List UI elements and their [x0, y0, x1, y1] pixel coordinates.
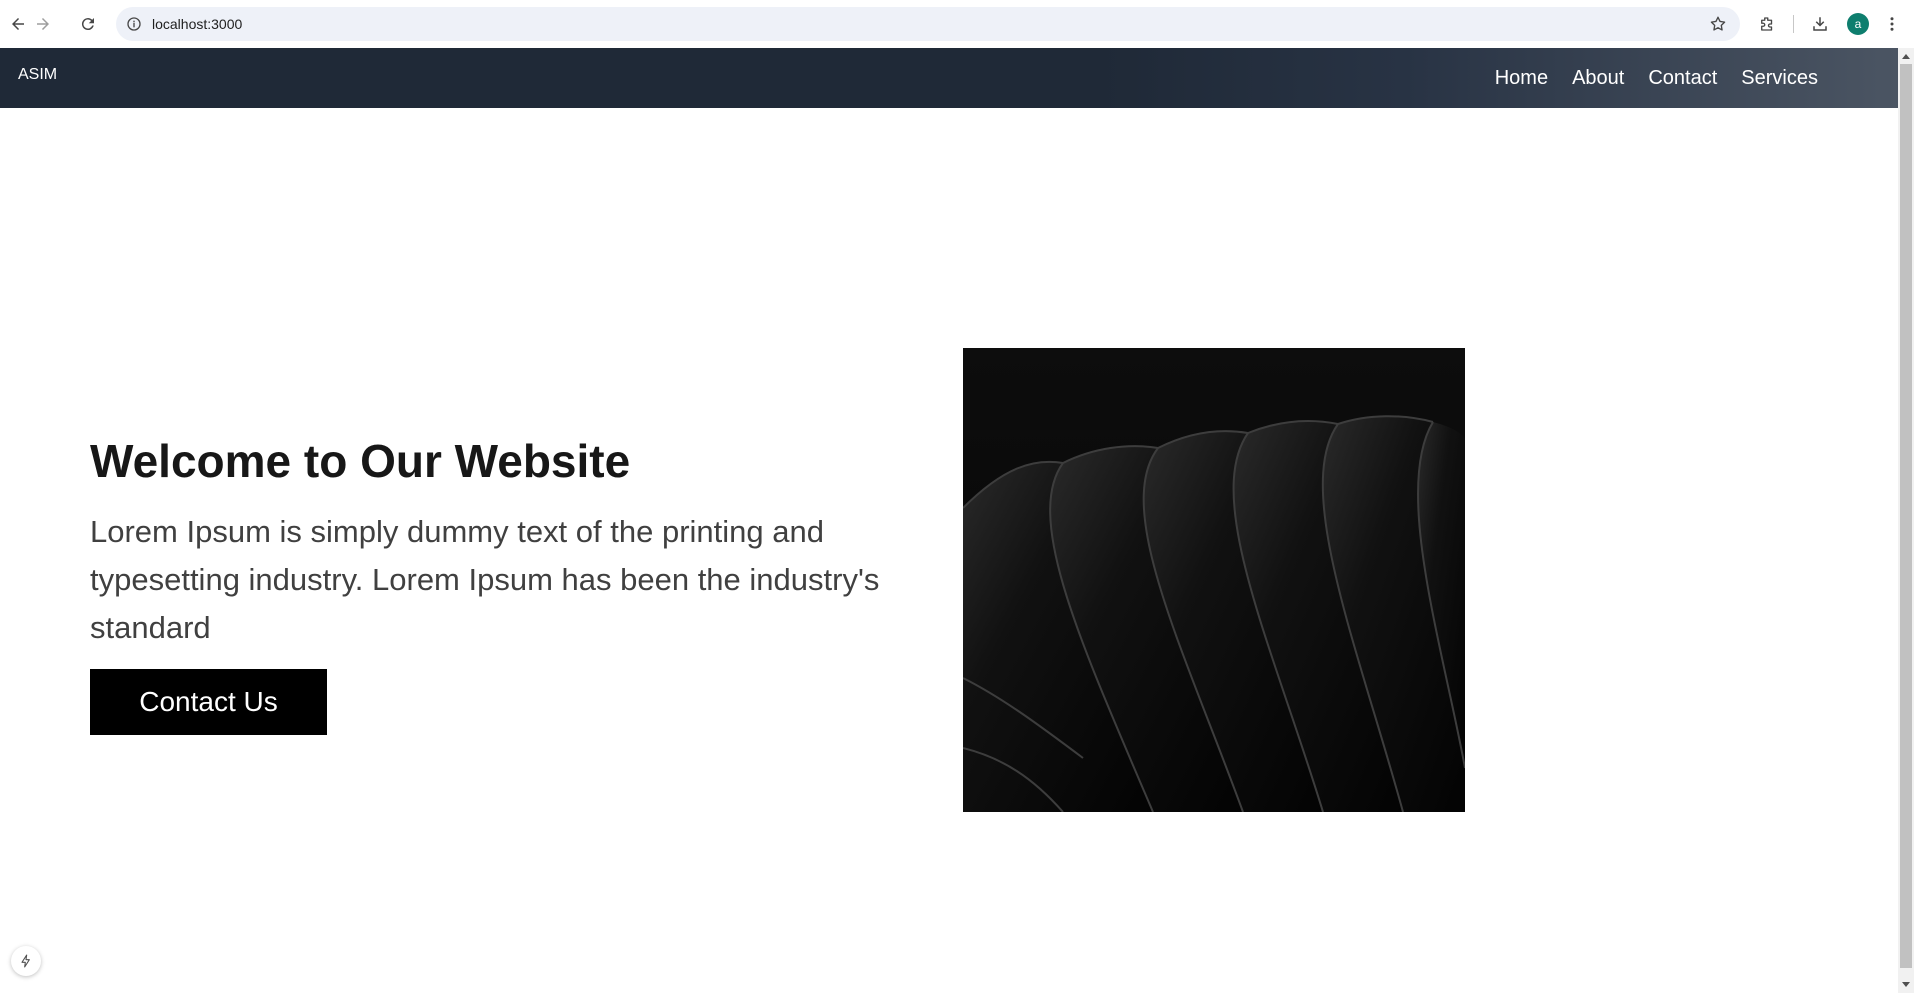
scroll-up-arrow-icon[interactable]	[1902, 54, 1910, 59]
nav-link-home[interactable]: Home	[1495, 67, 1548, 90]
abstract-dark-waves-image	[963, 348, 1465, 812]
arrow-left-icon	[12, 18, 24, 30]
address-bar[interactable]: localhost:3000	[116, 7, 1740, 41]
hero-description: Lorem Ipsum is simply dummy text of the …	[90, 514, 880, 645]
url-text[interactable]: localhost:3000	[152, 7, 242, 41]
vertical-scrollbar[interactable]	[1898, 48, 1914, 993]
browser-toolbar: localhost:3000 a	[0, 0, 1914, 48]
lightning-icon	[21, 954, 30, 968]
browser-menu-button[interactable]	[1880, 12, 1904, 36]
bookmark-button[interactable]	[1708, 14, 1728, 34]
star-icon	[1710, 16, 1726, 31]
puzzle-icon	[1761, 17, 1773, 31]
downloads-button[interactable]	[1808, 12, 1832, 36]
scroll-down-arrow-icon[interactable]	[1902, 982, 1910, 987]
hero-image	[963, 348, 1465, 812]
kebab-menu-icon	[1890, 17, 1894, 31]
nav-link-contact[interactable]: Contact	[1648, 67, 1717, 90]
dev-tools-badge[interactable]	[11, 946, 41, 976]
forward-button[interactable]	[31, 12, 55, 36]
download-icon	[1813, 17, 1827, 31]
nav-link-about[interactable]: About	[1572, 67, 1624, 90]
site-logo[interactable]: ASIM	[18, 48, 57, 102]
scrollbar-thumb[interactable]	[1900, 64, 1912, 968]
back-button[interactable]	[6, 12, 30, 36]
extensions-button[interactable]	[1755, 12, 1779, 36]
main-nav: Home About Contact Services	[1495, 48, 1818, 108]
contact-us-button[interactable]: Contact Us	[90, 669, 327, 735]
arrow-right-icon	[37, 18, 49, 30]
nav-link-services[interactable]: Services	[1741, 67, 1818, 90]
site-info-button[interactable]	[124, 14, 144, 34]
hero-title: Welcome to Our Website	[90, 435, 631, 487]
site-header: ASIM Home About Contact Services	[0, 48, 1898, 108]
profile-avatar[interactable]: a	[1847, 13, 1869, 35]
reload-button[interactable]	[76, 12, 100, 36]
toolbar-divider	[1793, 15, 1794, 33]
reload-icon	[81, 18, 94, 31]
info-icon	[127, 17, 141, 31]
page-viewport: ASIM Home About Contact Services Welcome…	[0, 48, 1898, 993]
